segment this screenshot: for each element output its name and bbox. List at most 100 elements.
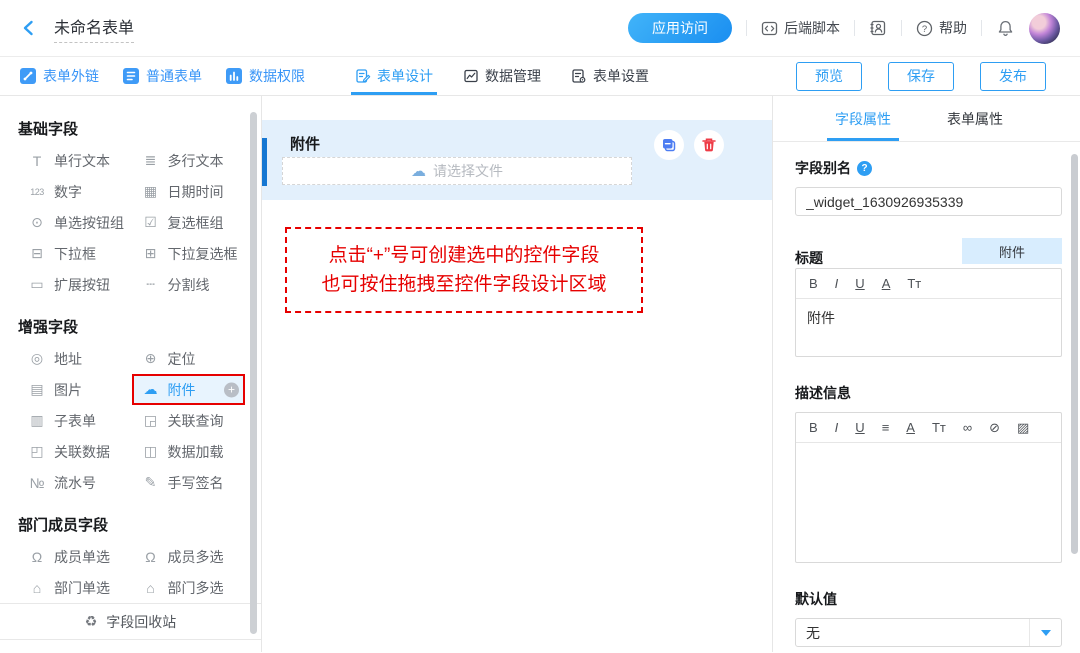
sidebar-item-number[interactable]: 123数字 xyxy=(18,176,132,207)
delete-field-button[interactable] xyxy=(694,130,724,160)
divider xyxy=(901,20,902,36)
bar-chart-icon xyxy=(226,68,242,84)
title-editor-toolbar: B I U A Tᴛ xyxy=(796,269,1061,299)
sidebar-item-dropdown-multi[interactable]: ⊞下拉复选框 xyxy=(132,238,246,269)
sidebar-item-divider-line[interactable]: ┄分割线 xyxy=(132,269,246,300)
help-button[interactable]: ? 帮助 xyxy=(916,18,967,38)
contacts-icon[interactable] xyxy=(869,19,887,37)
font-color-icon[interactable]: A xyxy=(906,420,915,435)
sidebar-item-address[interactable]: ◎地址 xyxy=(18,343,132,374)
field-recycle-bin-button[interactable]: ♻ 字段回收站 xyxy=(0,603,261,640)
title-label: 标题 xyxy=(795,248,823,268)
sidebar-scrollbar[interactable] xyxy=(250,112,257,634)
sidebar-item-single-line-text[interactable]: T单行文本 xyxy=(18,145,132,176)
recycle-icon: ♻ xyxy=(85,613,98,630)
file-upload-dropzone[interactable]: ☁ 请选择文件 xyxy=(282,157,632,185)
attachment-field-card[interactable]: 附件 ☁ 请选择文件 xyxy=(262,120,772,200)
sidebar-item-dept-single[interactable]: ⌂部门单选 xyxy=(18,572,132,603)
normal-form-button[interactable]: 普通表单 xyxy=(123,66,202,86)
divider-line-icon: ┄ xyxy=(142,276,160,293)
form-external-link-button[interactable]: 表单外链 xyxy=(20,66,99,86)
title-field-tag-button[interactable]: 附件 xyxy=(962,238,1062,264)
data-manage-icon xyxy=(463,68,479,84)
sidebar-item-attachment[interactable]: ☁附件+ xyxy=(132,374,246,405)
section-title-members: 部门成员字段 xyxy=(18,514,261,535)
linked-query-icon: ◲ xyxy=(142,412,160,429)
add-field-plus-icon[interactable]: + xyxy=(224,382,239,397)
field-palette-sidebar: 基础字段 T单行文本 ≣多行文本 123数字 ▦日期时间 ⊙单选按钮组 ☑复选框… xyxy=(0,96,262,652)
upload-placeholder: 请选择文件 xyxy=(433,161,503,181)
sidebar-item-multi-line-text[interactable]: ≣多行文本 xyxy=(132,145,246,176)
tab-form-settings[interactable]: 表单设置 xyxy=(571,57,649,95)
preview-button[interactable]: 预览 xyxy=(796,62,862,91)
pill-button-icon: ▭ xyxy=(28,276,46,293)
tip-line-1: 点击“+”号可创建选中的控件字段 xyxy=(329,241,600,270)
sidebar-item-radio-group[interactable]: ⊙单选按钮组 xyxy=(18,207,132,238)
data-permission-button[interactable]: 数据权限 xyxy=(226,66,305,86)
chevron-down-icon xyxy=(1041,630,1051,636)
code-icon xyxy=(761,20,778,37)
question-icon[interactable]: ? xyxy=(857,161,872,176)
sidebar-item-serial-number[interactable]: №流水号 xyxy=(18,467,132,498)
sidebar-item-datetime[interactable]: ▦日期时间 xyxy=(132,176,246,207)
title-editor: B I U A Tᴛ 附件 xyxy=(795,268,1062,357)
field-alias-input[interactable] xyxy=(795,187,1062,216)
sidebar-item-signature[interactable]: ✎手写签名 xyxy=(132,467,246,498)
underline-icon[interactable]: U xyxy=(855,276,864,291)
calendar-icon: ▦ xyxy=(142,183,160,200)
insert-image-icon[interactable]: ▨ xyxy=(1017,420,1029,436)
title-editor-content[interactable]: 附件 xyxy=(796,299,1061,356)
bold-icon[interactable]: B xyxy=(809,276,818,291)
sidebar-item-linked-data[interactable]: ◰关联数据 xyxy=(18,436,132,467)
person-icon: Ω xyxy=(28,549,46,565)
italic-icon[interactable]: I xyxy=(835,420,839,435)
sidebar-item-location[interactable]: ⊕定位 xyxy=(132,343,246,374)
pen-icon: ✎ xyxy=(142,474,160,491)
serial-number-icon: № xyxy=(28,475,46,491)
user-avatar[interactable] xyxy=(1029,13,1060,44)
publish-button[interactable]: 发布 xyxy=(980,62,1046,91)
single-line-text-icon: T xyxy=(28,153,46,169)
align-icon[interactable]: ≡ xyxy=(882,420,890,435)
select-arrow-cell[interactable] xyxy=(1029,619,1061,646)
sidebar-item-subform[interactable]: ▥子表单 xyxy=(18,405,132,436)
form-design-icon xyxy=(355,68,371,84)
notification-bell-icon[interactable] xyxy=(996,19,1015,38)
link-icon xyxy=(20,68,36,84)
sidebar-item-member-single[interactable]: Ω成员单选 xyxy=(18,541,132,572)
back-icon[interactable] xyxy=(18,17,40,39)
sidebar-item-checkbox-group[interactable]: ☑复选框组 xyxy=(132,207,246,238)
unlink-icon[interactable]: ⊘ xyxy=(989,420,1000,436)
field-alias-label: 字段别名 ? xyxy=(795,158,1062,178)
app-access-button[interactable]: 应用访问 xyxy=(628,13,732,43)
description-editor-content[interactable] xyxy=(796,443,1061,562)
form-title[interactable]: 未命名表单 xyxy=(54,14,134,43)
sidebar-item-data-load[interactable]: ◫数据加载 xyxy=(132,436,246,467)
sidebar-item-extend-button[interactable]: ▭扩展按钮 xyxy=(18,269,132,300)
save-button[interactable]: 保存 xyxy=(888,62,954,91)
font-color-icon[interactable]: A xyxy=(882,276,891,291)
tab-form-design[interactable]: 表单设计 xyxy=(355,57,433,95)
underline-icon[interactable]: U xyxy=(855,420,864,435)
sidebar-item-dept-multi[interactable]: ⌂部门多选 xyxy=(132,572,246,603)
tab-form-properties[interactable]: 表单属性 xyxy=(947,96,1003,141)
sidebar-item-image[interactable]: ▤图片 xyxy=(18,374,132,405)
font-size-icon[interactable]: Tᴛ xyxy=(907,276,921,291)
panel-scrollbar[interactable] xyxy=(1071,154,1078,554)
default-value-select[interactable]: 无 xyxy=(795,618,1062,647)
font-size-icon[interactable]: Tᴛ xyxy=(932,420,946,435)
italic-icon[interactable]: I xyxy=(835,276,839,291)
link-icon[interactable]: ∞ xyxy=(963,420,972,435)
departments-icon: ⌂ xyxy=(142,580,160,596)
form-design-canvas: 附件 ☁ 请选择文件 点击“+”号可创建选中的控件字段 也可按住拖拽至控件字段设… xyxy=(262,96,773,652)
backend-script-button[interactable]: 后端脚本 xyxy=(761,18,840,38)
sidebar-item-dropdown[interactable]: ⊟下拉框 xyxy=(18,238,132,269)
tab-data-manage[interactable]: 数据管理 xyxy=(463,57,541,95)
bold-icon[interactable]: B xyxy=(809,420,818,435)
sidebar-item-member-multi[interactable]: Ω成员多选 xyxy=(132,541,246,572)
copy-field-button[interactable] xyxy=(654,130,684,160)
sidebar-item-linked-query[interactable]: ◲关联查询 xyxy=(132,405,246,436)
subform-icon: ▥ xyxy=(28,412,46,429)
tab-field-properties[interactable]: 字段属性 xyxy=(835,96,891,141)
default-value-label: 默认值 xyxy=(795,589,1062,609)
